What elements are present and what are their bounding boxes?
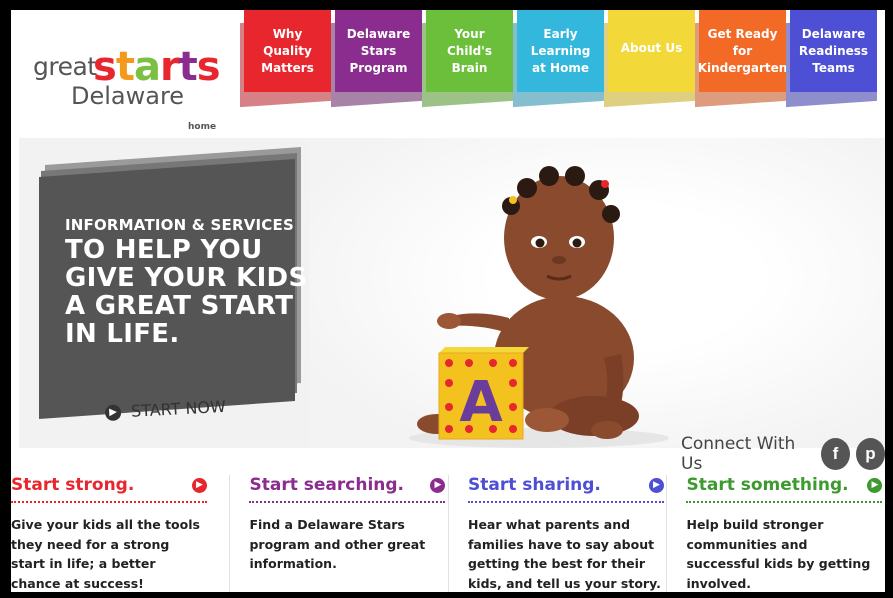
nav-label-line: Your: [454, 27, 485, 41]
start-something-link[interactable]: Start something. ▶: [686, 475, 883, 503]
main-nav: Why Quality Matters Delaware Stars Progr…: [240, 10, 877, 110]
logo-great: great: [33, 52, 97, 81]
connect-with-us: Connect With Us f p: [681, 434, 885, 474]
logo-starts-letter: s: [196, 44, 221, 90]
hero-headline-line: GIVE YOUR KIDS: [65, 263, 308, 293]
nav-label-line: Teams: [812, 61, 855, 75]
column-text: Find a Delaware Stars program and other …: [249, 517, 426, 571]
hero-subheadline: INFORMATION & SERVICES: [65, 216, 294, 234]
nav-label-line: Delaware: [801, 27, 866, 41]
nav-delaware-stars-program[interactable]: Delaware Stars Program: [331, 10, 422, 108]
page: great starts Delaware Why Quality Matter…: [11, 10, 885, 592]
column-start-strong: Start strong. ▶ Give your kids all the t…: [11, 475, 229, 592]
nav-label-line: Stars: [360, 44, 397, 58]
nav-label-line: Get Ready: [707, 27, 778, 41]
nav-label-line: for: [732, 44, 753, 58]
nav-label-line: Quality: [263, 44, 312, 58]
chevron-right-icon: ▶: [104, 403, 122, 421]
column-text: Help build stronger communities and succ…: [686, 517, 871, 591]
nav-label-line: Program: [349, 61, 408, 75]
hero-baby-image: A: [409, 166, 669, 448]
nav-label-line: at Home: [532, 61, 589, 75]
nav-about-us[interactable]: About Us: [604, 10, 695, 108]
site-logo[interactable]: great starts Delaware: [31, 44, 221, 120]
start-sharing-link[interactable]: Start sharing. ▶: [467, 475, 664, 503]
logo-delaware: Delaware: [71, 82, 185, 110]
nav-your-childs-brain[interactable]: Your Child's Brain: [422, 10, 513, 108]
start-now-label: START NOW: [130, 396, 227, 421]
block-letter: A: [459, 370, 503, 435]
nav-label-line: Delaware: [346, 27, 411, 41]
connect-label: Connect With Us: [681, 434, 796, 474]
hero-headline: INFORMATION & SERVICES TO HELP YOU GIVE …: [65, 216, 307, 348]
hero-headline-line: IN LIFE.: [65, 319, 180, 349]
chevron-right-icon: ▶: [648, 477, 664, 493]
nav-label-line: Readiness: [798, 44, 869, 58]
chevron-right-icon: ▶: [867, 477, 883, 493]
chevron-right-icon: ▶: [430, 477, 446, 493]
pinterest-icon[interactable]: p: [855, 438, 885, 470]
column-text: Hear what parents and families have to s…: [467, 517, 661, 591]
column-text: Give your kids all the tools they need f…: [11, 517, 200, 591]
hero-headline-line: TO HELP YOU: [65, 235, 263, 265]
column-start-searching: Start searching. ▶ Find a Delaware Stars…: [229, 475, 448, 592]
column-title: Start something.: [686, 475, 849, 495]
nav-label-line: Child's: [447, 44, 492, 58]
nav-label-line: About Us: [620, 41, 683, 55]
nav-delaware-readiness-teams[interactable]: Delaware Readiness Teams: [786, 10, 877, 108]
start-strong-link[interactable]: Start strong. ▶: [11, 475, 207, 503]
nav-label-line: Why: [272, 27, 303, 41]
nav-why-quality-matters[interactable]: Why Quality Matters: [240, 10, 331, 108]
feature-columns: Start strong. ▶ Give your kids all the t…: [11, 475, 885, 592]
column-start-sharing: Start sharing. ▶ Hear what parents and f…: [447, 475, 667, 592]
nav-label-line: Kindergarten: [697, 61, 788, 75]
hero-banner: INFORMATION & SERVICES TO HELP YOU GIVE …: [19, 138, 885, 448]
nav-label-line: Brain: [451, 61, 488, 75]
column-start-something: Start something. ▶ Help build stronger c…: [666, 475, 885, 592]
nav-label-line: Learning: [530, 44, 591, 58]
hero-headline-line: A GREAT START: [65, 291, 294, 321]
column-title: Start searching.: [249, 475, 404, 495]
column-title: Start sharing.: [467, 475, 601, 495]
start-searching-link[interactable]: Start searching. ▶: [249, 475, 446, 503]
nav-early-learning-at-home[interactable]: Early Learning at Home: [513, 10, 604, 108]
nav-label-line: Early: [543, 27, 578, 41]
nav-label-line: Matters: [261, 61, 314, 75]
column-title: Start strong.: [11, 475, 135, 495]
nav-get-ready-for-kindergarten[interactable]: Get Ready for Kindergarten: [695, 10, 788, 108]
facebook-icon[interactable]: f: [820, 438, 850, 470]
breadcrumb[interactable]: home: [188, 122, 216, 132]
chevron-right-icon: ▶: [192, 477, 207, 493]
